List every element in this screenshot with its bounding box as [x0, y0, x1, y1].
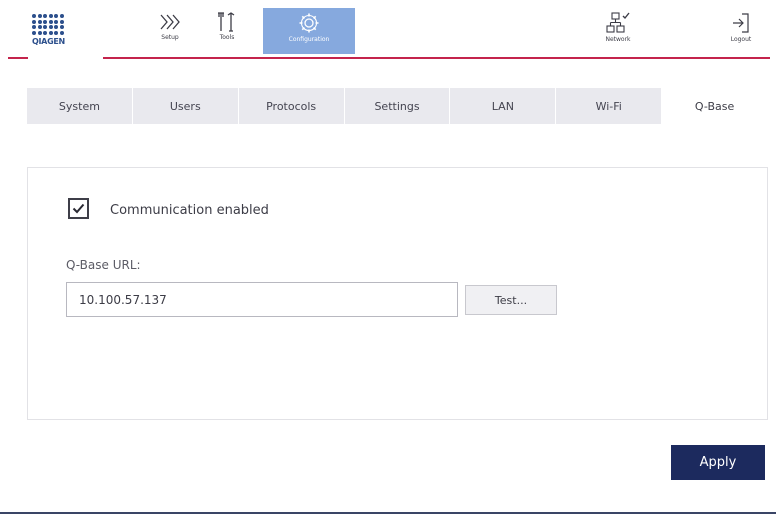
tools-icon — [218, 12, 235, 32]
checkmark-icon — [72, 203, 85, 214]
gear-icon — [299, 13, 319, 33]
nav-logout-label: Logout — [730, 36, 752, 43]
nav-setup-label: Setup — [161, 34, 179, 41]
tab-users[interactable]: Users — [132, 88, 239, 124]
nav-setup-button[interactable]: Setup — [147, 8, 193, 56]
logo-dots — [32, 14, 66, 35]
chevrons-right-icon — [160, 14, 180, 30]
nav-logout-button[interactable]: Logout — [718, 8, 764, 56]
nav-network-label: Network — [605, 36, 631, 43]
header-bar: QIAGEN Setup Tools Configuration Network — [0, 0, 776, 64]
q-base-url-input[interactable] — [66, 282, 458, 317]
config-tab-bar: System Users Protocols Settings LAN Wi-F… — [27, 88, 769, 124]
network-icon — [606, 12, 630, 33]
test-connection-button[interactable]: Test... — [465, 285, 557, 315]
logout-icon — [733, 13, 749, 33]
tab-wifi[interactable]: Wi-Fi — [556, 88, 663, 124]
tab-q-base[interactable]: Q-Base — [662, 88, 769, 124]
tab-settings[interactable]: Settings — [344, 88, 451, 124]
nav-network-button[interactable]: Network — [595, 8, 641, 56]
tab-system[interactable]: System — [27, 88, 133, 124]
communication-enabled-label: Communication enabled — [110, 203, 269, 218]
qiagen-logo: QIAGEN — [32, 14, 66, 58]
q-base-url-label: Q-Base URL: — [66, 258, 141, 272]
tab-lan[interactable]: LAN — [450, 88, 557, 124]
apply-button[interactable]: Apply — [671, 445, 765, 480]
header-divider-right — [103, 57, 770, 59]
q-base-settings-panel: Communication enabled Q-Base URL: Test..… — [27, 167, 768, 420]
nav-configuration-button[interactable]: Configuration — [263, 8, 355, 54]
nav-tools-label: Tools — [219, 34, 235, 41]
nav-tools-button[interactable]: Tools — [204, 8, 250, 56]
footer-divider — [0, 512, 776, 514]
communication-enabled-checkbox[interactable] — [68, 198, 89, 219]
tab-protocols[interactable]: Protocols — [238, 88, 345, 124]
nav-configuration-label: Configuration — [288, 36, 330, 43]
logo-text: QIAGEN — [32, 36, 65, 46]
header-divider-left — [8, 57, 28, 59]
